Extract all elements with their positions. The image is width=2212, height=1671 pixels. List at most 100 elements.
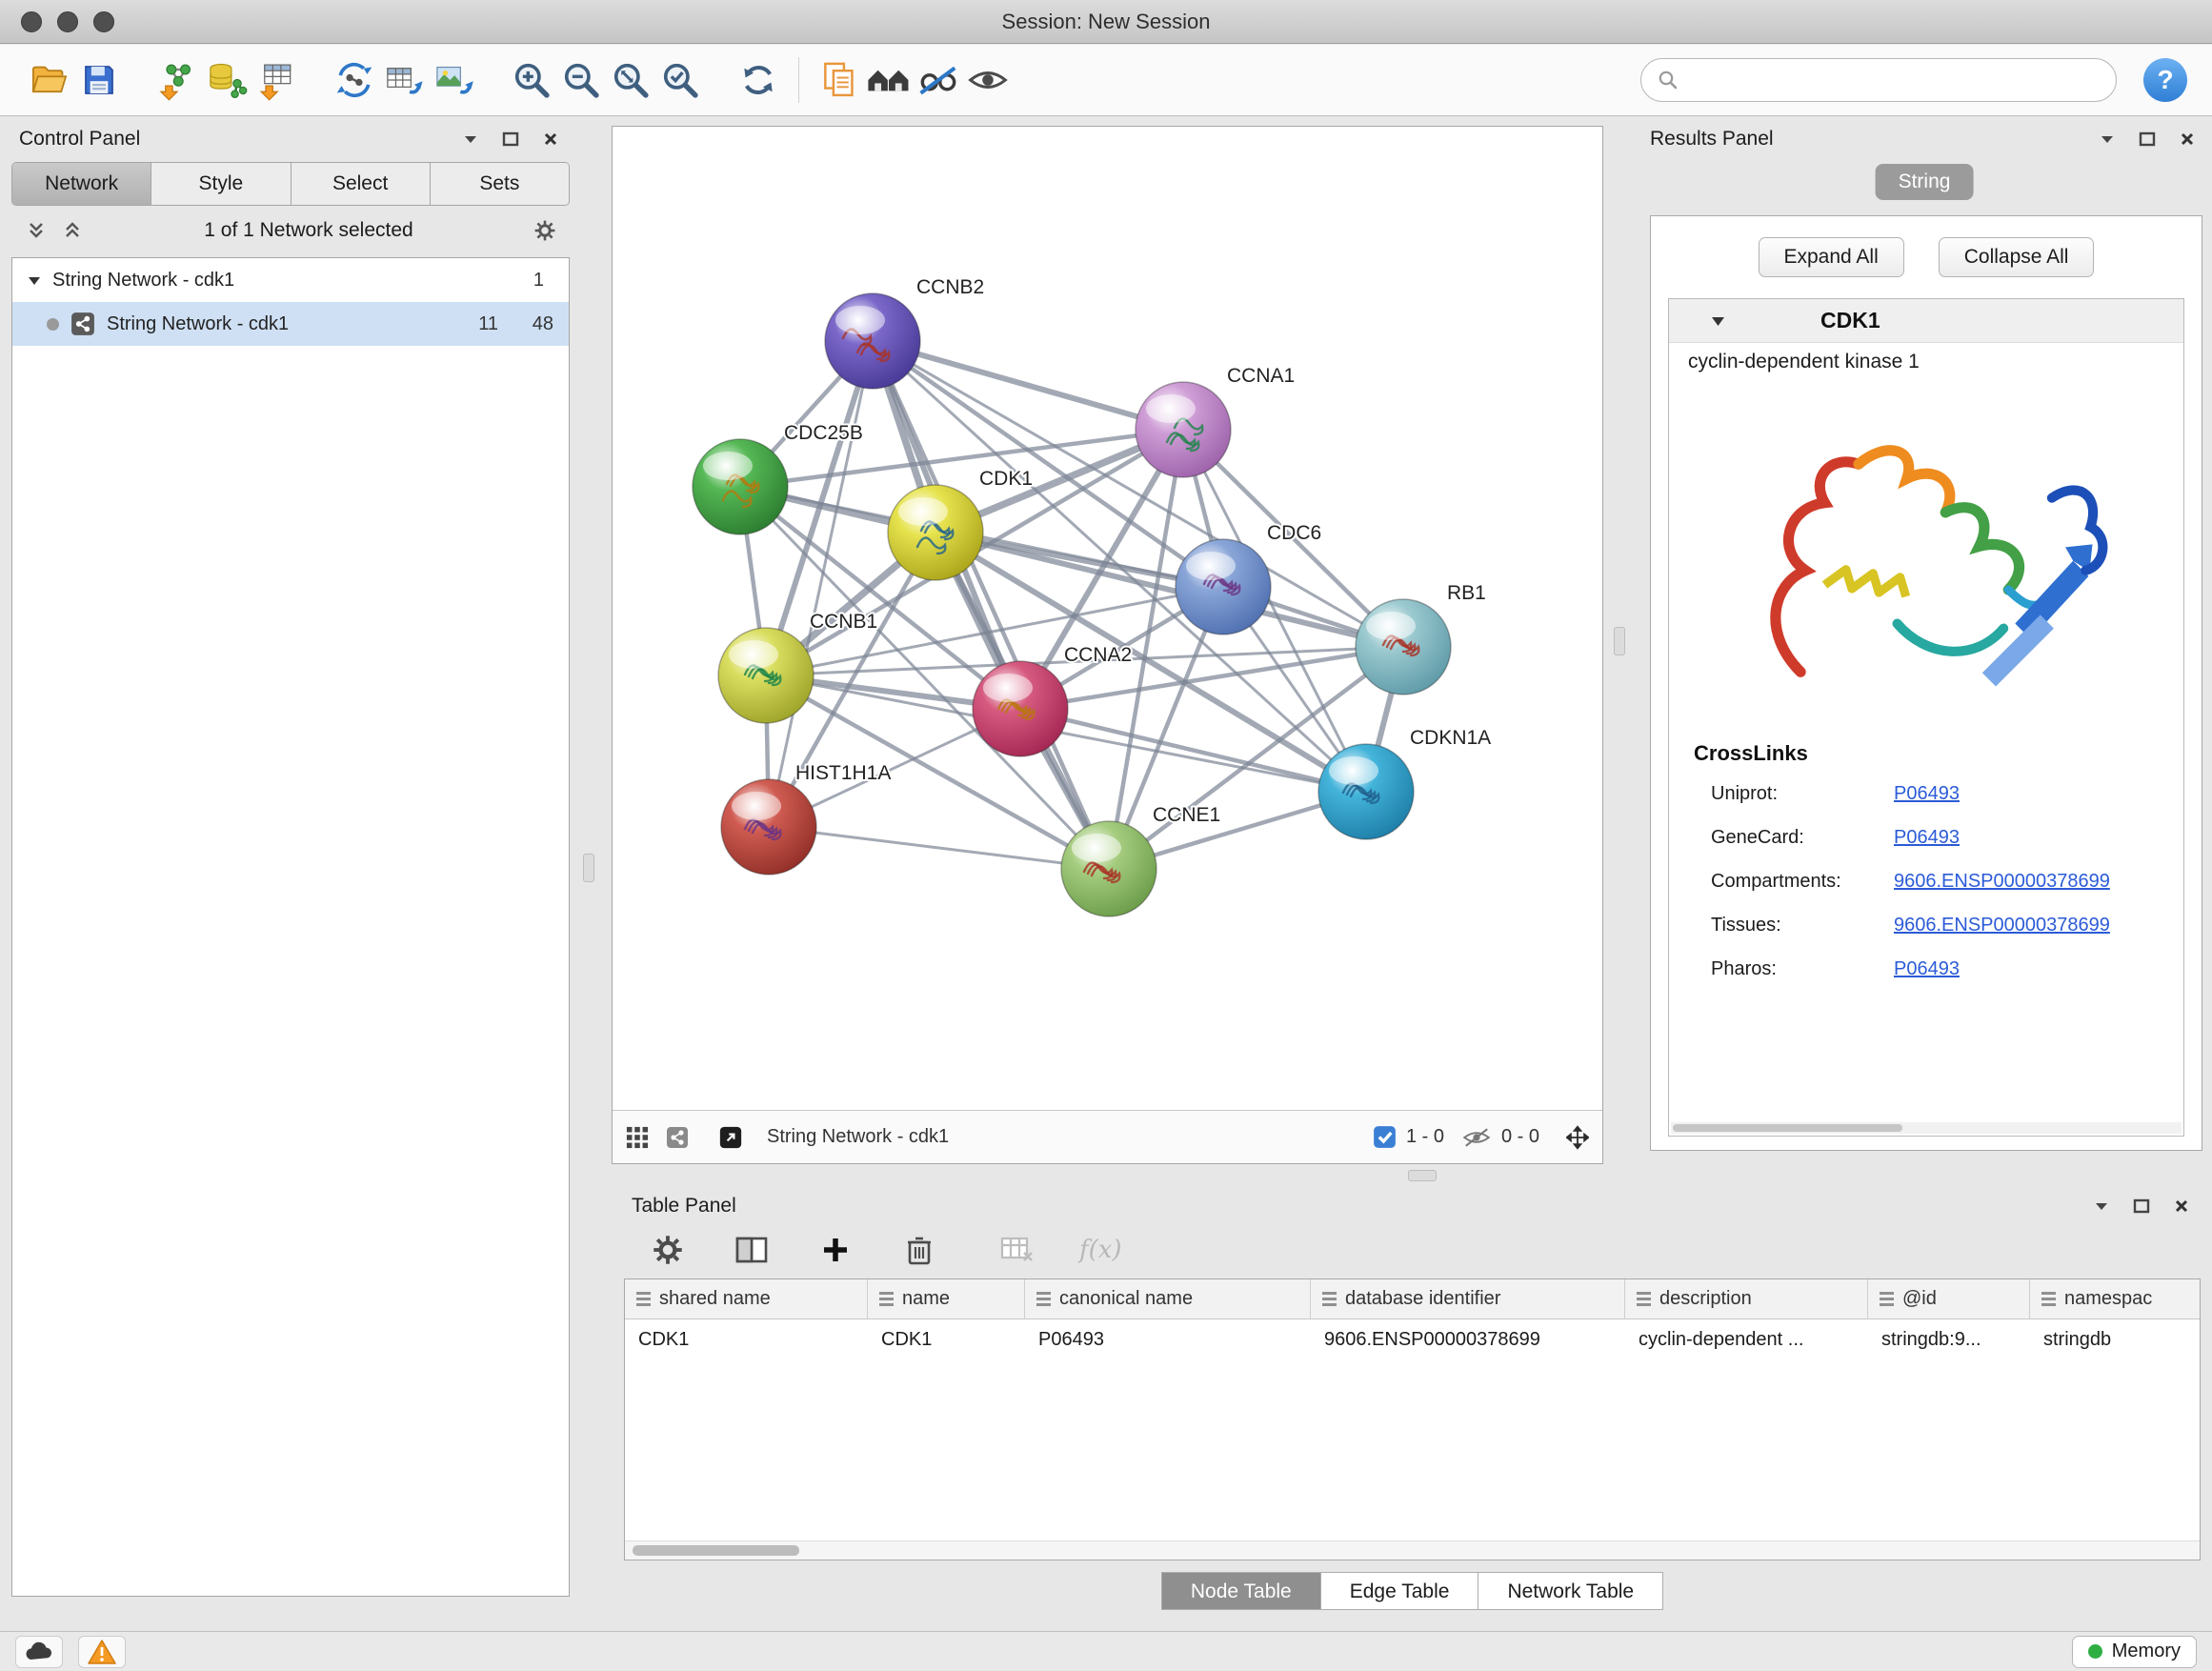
table-row[interactable]: CDK1CDK1P064939606.ENSP00000378699cyclin… [625,1319,2200,1359]
float-panel-icon[interactable] [499,128,522,151]
network-view[interactable]: CCNB2CCNA1CDC25BCDK1CDC6RB1CCNB1CCNA2CDK… [612,126,1603,1164]
collapse-panel-icon[interactable] [459,128,482,151]
string-home-button[interactable] [864,55,914,105]
crosslink-link[interactable]: P06493 [1894,958,1960,980]
import-network-from-database-button[interactable] [202,55,251,105]
help-button[interactable]: ? [2143,58,2187,102]
zoom-in-button[interactable] [507,55,556,105]
table-settings-button[interactable] [647,1229,689,1271]
zoom-out-button[interactable] [556,55,606,105]
derive-network-button[interactable] [330,55,379,105]
table-horizontal-scrollbar[interactable] [625,1540,2200,1560]
network-canvas[interactable]: CCNB2CCNA1CDC25BCDK1CDC6RB1CCNB1CCNA2CDK… [613,127,1602,1110]
network-node-CCNB2[interactable] [825,293,920,389]
left-splitter-handle[interactable] [583,854,594,882]
float-panel-icon[interactable] [2136,128,2159,151]
expand-all-icon[interactable] [61,219,84,242]
zoom-selected-button[interactable] [655,55,705,105]
eye-button[interactable] [963,55,1013,105]
collapse-panel-icon[interactable] [2096,128,2119,151]
import-table-from-file-button[interactable] [251,55,301,105]
network-edge[interactable] [769,341,873,827]
close-panel-icon[interactable] [2170,1195,2193,1218]
network-node-CCNB1[interactable] [718,628,814,723]
tab-select[interactable]: Select [292,163,431,205]
collapse-all-button[interactable]: Collapse All [1939,237,2095,277]
float-panel-icon[interactable] [2130,1195,2153,1218]
collapse-all-icon[interactable] [25,219,48,242]
show-columns-button[interactable] [731,1229,773,1271]
network-node-CDC6[interactable] [1176,539,1271,634]
open-in-new-window-icon[interactable] [719,1126,742,1149]
network-row[interactable]: String Network - cdk1 11 48 [12,302,569,346]
gear-icon[interactable] [533,219,556,242]
disclosure-triangle-icon[interactable] [1711,315,1725,327]
column-header-name[interactable]: name [868,1279,1025,1319]
disclosure-triangle-icon[interactable] [28,275,41,286]
network-node-CDK1[interactable] [888,485,983,580]
tab-edge-table[interactable]: Edge Table [1321,1572,1479,1610]
network-node-HIST1H1A[interactable] [721,779,816,875]
tab-string[interactable]: String [1876,164,1974,200]
column-header--id[interactable]: @id [1868,1279,2030,1319]
network-edge[interactable] [1020,709,1366,792]
tab-node-table[interactable]: Node Table [1161,1572,1321,1610]
crosslink-link[interactable]: 9606.ENSP00000378699 [1894,871,2110,893]
results-horizontal-scrollbar[interactable] [1671,1122,2182,1134]
search-input[interactable] [1689,70,2101,91]
network-collection-row[interactable]: String Network - cdk1 1 [12,258,569,302]
node-label: CCNA1 [1227,365,1295,387]
tab-network[interactable]: Network [12,163,151,205]
column-header-database-identifier[interactable]: database identifier [1311,1279,1625,1319]
crosslink-link[interactable]: 9606.ENSP00000378699 [1894,915,2110,936]
open-session-button[interactable] [25,55,74,105]
network-edge[interactable] [873,341,1109,869]
move-crosshair-icon[interactable] [1566,1126,1589,1149]
column-header-canonical-name[interactable]: canonical name [1025,1279,1311,1319]
bottom-splitter-handle[interactable] [1408,1170,1437,1181]
results-buttons-row: Expand All Collapse All [1651,216,2202,277]
right-splitter-handle[interactable] [1614,627,1625,655]
crosslink-link[interactable]: P06493 [1894,783,1960,805]
add-column-button[interactable] [814,1229,856,1271]
network-edge[interactable] [769,827,1109,869]
import-network-from-file-button[interactable] [152,55,202,105]
network-node-CCNA1[interactable] [1136,382,1231,477]
refresh-layout-button[interactable] [734,55,783,105]
zoom-fit-button[interactable] [606,55,655,105]
memory-button[interactable]: Memory [2072,1636,2197,1668]
column-header-shared-name[interactable]: shared name [625,1279,868,1319]
tab-network-table[interactable]: Network Table [1478,1572,1663,1610]
export-table-button[interactable] [379,55,429,105]
column-header-namespac[interactable]: namespac [2030,1279,2201,1319]
network-node-CDC25B[interactable] [693,439,788,534]
save-session-button[interactable] [74,55,124,105]
grid-view-icon[interactable] [626,1126,649,1149]
scrollbar-thumb[interactable] [633,1545,799,1556]
close-panel-icon[interactable] [2176,128,2199,151]
selected-checkbox-icon[interactable] [1373,1125,1397,1149]
protein-card-header[interactable]: CDK1 [1669,299,2183,343]
crosslink-link[interactable]: P06493 [1894,827,1960,849]
delete-column-button[interactable] [898,1229,940,1271]
close-panel-icon[interactable] [539,128,562,151]
export-image-button[interactable] [429,55,478,105]
network-node-RB1[interactable] [1356,599,1451,695]
collapse-panel-icon[interactable] [2090,1195,2113,1218]
column-header-description[interactable]: description [1625,1279,1868,1319]
expand-all-button[interactable]: Expand All [1759,237,1904,277]
network-node-CDKN1A[interactable] [1318,744,1414,839]
tab-sets[interactable]: Sets [431,163,569,205]
scrollbar-thumb[interactable] [1673,1124,1902,1132]
network-node-CCNA2[interactable] [973,661,1068,756]
tab-style[interactable]: Style [151,163,291,205]
network-node-CCNE1[interactable] [1061,821,1156,916]
warning-button[interactable] [78,1636,126,1668]
eye-slash-icon[interactable] [1461,1125,1492,1150]
cloud-button[interactable] [15,1636,63,1668]
sort-icon [1036,1292,1051,1306]
string-network-icon[interactable] [666,1126,689,1149]
search-box[interactable] [1640,58,2117,102]
copy-document-button[interactable] [814,55,864,105]
glasses-slash-button[interactable] [914,55,963,105]
